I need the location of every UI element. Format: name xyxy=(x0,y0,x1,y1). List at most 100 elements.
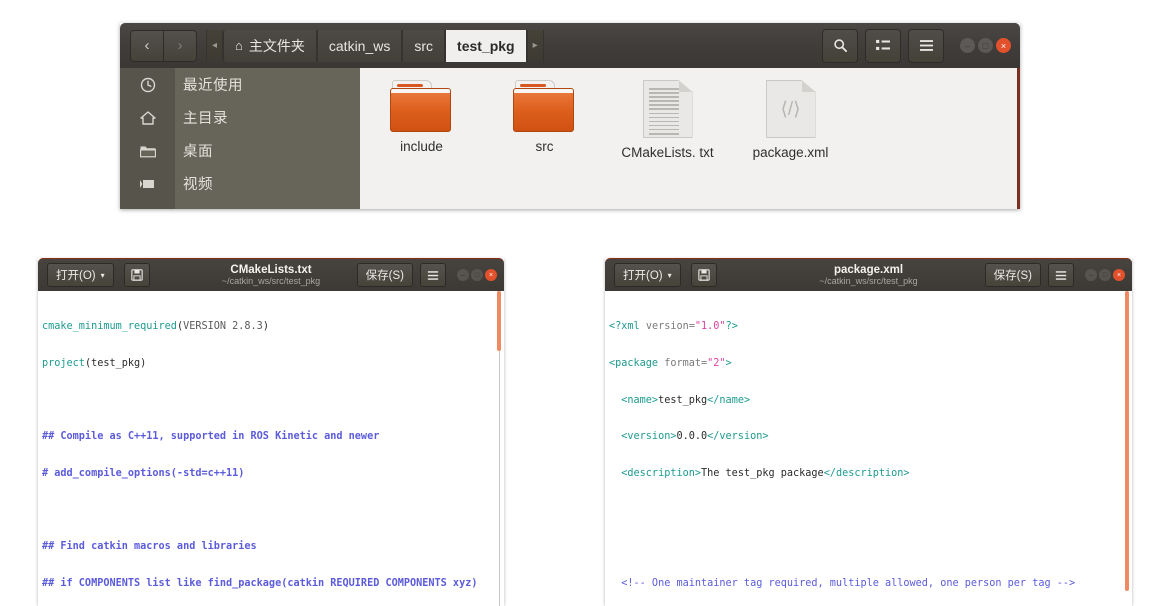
gedit-filepath: ~/catkin_ws/src/test_pkg xyxy=(819,275,918,286)
window-controls: – □ × xyxy=(957,38,1011,53)
file-item-package-xml[interactable]: ⟨/⟩ package.xml xyxy=(729,80,852,221)
breadcrumb-item-src[interactable]: src xyxy=(402,29,446,62)
gedit-filepath: ~/catkin_ws/src/test_pkg xyxy=(221,275,321,286)
file-label: package.xml xyxy=(752,145,829,160)
breadcrumb-label: test_pkg xyxy=(457,37,515,54)
maximize-button[interactable]: □ xyxy=(978,38,993,53)
sidebar-item-videos[interactable]: 视频 xyxy=(120,167,360,200)
save-button-label: 保存(S) xyxy=(365,270,404,282)
file-item-include[interactable]: include xyxy=(360,80,483,221)
close-icon: × xyxy=(488,271,494,279)
code-line: <?xml version="1.0"?> xyxy=(609,321,738,333)
sidebar: 最近使用 主目录 桌面 视频 xyxy=(120,68,360,209)
gedit-menu-button[interactable] xyxy=(1048,263,1074,287)
save-button[interactable]: 保存(S) xyxy=(984,263,1041,287)
breadcrumb-item-test-pkg[interactable]: test_pkg xyxy=(445,29,527,62)
code-line: ## Compile as C++11, supported in ROS Ki… xyxy=(42,431,380,443)
maximize-button[interactable]: □ xyxy=(471,269,483,281)
maximize-icon: □ xyxy=(1102,271,1108,279)
chevron-down-icon: ▾ xyxy=(667,270,672,280)
hamburger-menu-icon xyxy=(919,40,933,51)
chevron-right-small-icon: ▸ xyxy=(532,40,538,51)
clock-icon xyxy=(120,77,175,93)
sidebar-item-label: 主目录 xyxy=(183,111,228,127)
open-button[interactable]: 打开(O) ▾ xyxy=(614,263,681,287)
video-icon xyxy=(120,178,175,190)
code-line: <description>The test_pkg package</descr… xyxy=(609,467,910,479)
file-item-src[interactable]: src xyxy=(483,80,606,221)
home-icon: ⌂ xyxy=(235,38,243,53)
code-line: ## if COMPONENTS list like find_package(… xyxy=(42,577,478,589)
search-icon xyxy=(833,39,847,53)
maximize-icon: □ xyxy=(474,271,480,279)
vertical-scrollbar[interactable] xyxy=(1125,291,1129,606)
window-controls: – □ × xyxy=(455,269,497,281)
file-item-cmakelists[interactable]: CMakeLists. txt xyxy=(606,80,729,221)
close-button[interactable]: × xyxy=(485,269,497,281)
save-icon-button[interactable] xyxy=(690,263,717,287)
gedit-titlebar: 打开(O) ▾ package.xml ~/catkin_ws/src/test… xyxy=(605,258,1132,291)
file-manager-titlebar: ‹ › ◂ ⌂ 主文件夹 catkin_ws src test_pkg ▸ – … xyxy=(120,23,1020,68)
code-line: <name>test_pkg</name> xyxy=(609,394,751,406)
gedit-window-package-xml: 打开(O) ▾ package.xml ~/catkin_ws/src/test… xyxy=(605,258,1132,606)
close-icon: × xyxy=(1000,40,1007,51)
breadcrumb-label: src xyxy=(414,37,434,54)
minimize-button[interactable]: – xyxy=(457,269,469,281)
gedit-right-controls: 保存(S) – □ × xyxy=(984,263,1125,287)
minimize-button[interactable]: – xyxy=(1085,269,1097,281)
minimize-button[interactable]: – xyxy=(960,38,975,53)
breadcrumb-item-catkin-ws[interactable]: catkin_ws xyxy=(316,29,403,62)
forward-button[interactable]: › xyxy=(164,29,197,62)
breadcrumb-scroll-right[interactable]: ▸ xyxy=(526,29,544,62)
file-label: CMakeLists. txt xyxy=(621,145,714,160)
save-disk-icon xyxy=(697,269,710,281)
package-xml-text-area[interactable]: <?xml version="1.0"?> <package format="2… xyxy=(605,291,1132,606)
breadcrumb-label: 主文件夹 xyxy=(248,37,305,54)
chevron-left-icon: ‹ xyxy=(144,37,150,54)
minimize-icon: – xyxy=(964,40,970,51)
close-button[interactable]: × xyxy=(1113,269,1125,281)
back-button[interactable]: ‹ xyxy=(130,29,164,62)
code-line: <package format="2"> xyxy=(609,358,732,370)
save-button[interactable]: 保存(S) xyxy=(356,263,413,287)
folder-icon xyxy=(513,80,576,132)
main-menu-button[interactable] xyxy=(908,28,944,63)
folder-icon xyxy=(390,80,453,132)
sidebar-item-label: 视频 xyxy=(183,177,213,193)
sidebar-item-home[interactable]: 主目录 xyxy=(120,101,360,134)
maximize-button[interactable]: □ xyxy=(1099,269,1111,281)
save-icon-button[interactable] xyxy=(123,263,150,287)
gedit-filename: CMakeLists.txt xyxy=(230,263,312,276)
gedit-window-cmakelists: 打开(O) ▾ CMakeLists.txt ~/catkin_ws/src/t… xyxy=(38,258,504,606)
breadcrumb-item-home[interactable]: ⌂ 主文件夹 xyxy=(223,29,317,62)
cmakelists-text-area[interactable]: cmake_minimum_required(VERSION 2.8.3) pr… xyxy=(38,291,504,606)
breadcrumb-scroll-left[interactable]: ◂ xyxy=(206,29,224,62)
window-controls: – □ × xyxy=(1083,269,1125,281)
code-line: <!-- One maintainer tag required, multip… xyxy=(609,577,1076,589)
list-view-icon xyxy=(875,39,890,51)
search-button[interactable] xyxy=(822,28,858,63)
gedit-menu-button[interactable] xyxy=(420,263,446,287)
close-button[interactable]: × xyxy=(996,38,1011,53)
file-label: src xyxy=(535,139,554,154)
sidebar-item-recent[interactable]: 最近使用 xyxy=(120,68,360,101)
chevron-left-small-icon: ◂ xyxy=(212,40,218,51)
view-toggle-button[interactable] xyxy=(865,28,901,63)
vertical-scrollbar[interactable] xyxy=(497,291,501,606)
sidebar-item-desktop[interactable]: 桌面 xyxy=(120,134,360,167)
code-line: <version>0.0.0</version> xyxy=(609,431,769,443)
hamburger-menu-icon xyxy=(427,270,439,280)
code-line: ## Find catkin macros and libraries xyxy=(42,541,257,553)
breadcrumb: ◂ ⌂ 主文件夹 catkin_ws src test_pkg ▸ xyxy=(206,29,544,62)
titlebar-right-controls: – □ × xyxy=(815,28,1011,63)
open-button[interactable]: 打开(O) ▾ xyxy=(47,263,114,287)
file-manager-window: ‹ › ◂ ⌂ 主文件夹 catkin_ws src test_pkg ▸ – … xyxy=(120,23,1020,209)
save-disk-icon xyxy=(130,269,143,281)
file-label: include xyxy=(400,139,443,154)
text-document-icon xyxy=(642,80,693,138)
folder-icon xyxy=(120,144,175,158)
gedit-filename: package.xml xyxy=(833,263,904,276)
